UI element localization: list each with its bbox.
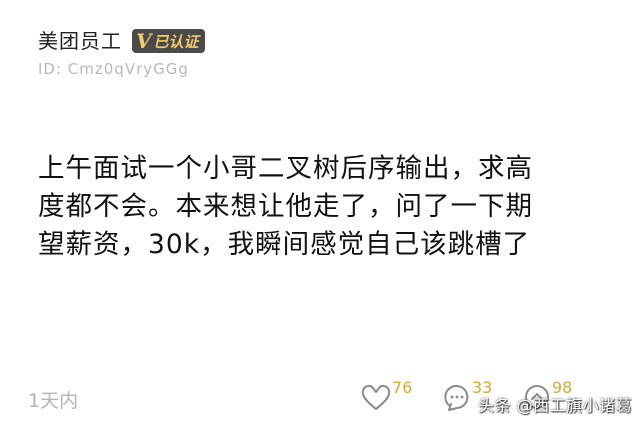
post-card: 美团员工 V 已认证 ID: Cmz0qVryGGg 上午面试一个小哥二叉树后序… — [0, 0, 640, 421]
author-name[interactable]: 美团员工 — [38, 29, 122, 53]
verified-badge-label: 已认证 — [153, 32, 199, 51]
post-content-line: 上午面试一个小哥二叉树后序输出，求高 — [38, 153, 533, 184]
comment-icon — [442, 382, 472, 412]
like-button[interactable]: 76 — [360, 378, 412, 412]
post-content-line: 度都不会。本来想让他走了，问了一下期 — [38, 191, 533, 222]
user-id: ID: Cmz0qVryGGg — [38, 60, 189, 78]
post-content: 上午面试一个小哥二叉树后序输出，求高 度都不会。本来想让他走了，问了一下期 望薪… — [38, 150, 598, 264]
author-header: 美团员工 V 已认证 — [38, 26, 205, 56]
watermark: 头条 @西工旗小诸葛 — [478, 396, 633, 415]
post-time: 1天内 — [28, 390, 79, 412]
post-content-line: 望薪资，30k，我瞬间感觉自己该跳槽了 — [38, 229, 531, 260]
heart-icon — [360, 382, 392, 412]
verified-v-icon: V — [136, 29, 152, 53]
like-count: 76 — [392, 378, 413, 397]
verified-badge: V 已认证 — [132, 29, 205, 53]
